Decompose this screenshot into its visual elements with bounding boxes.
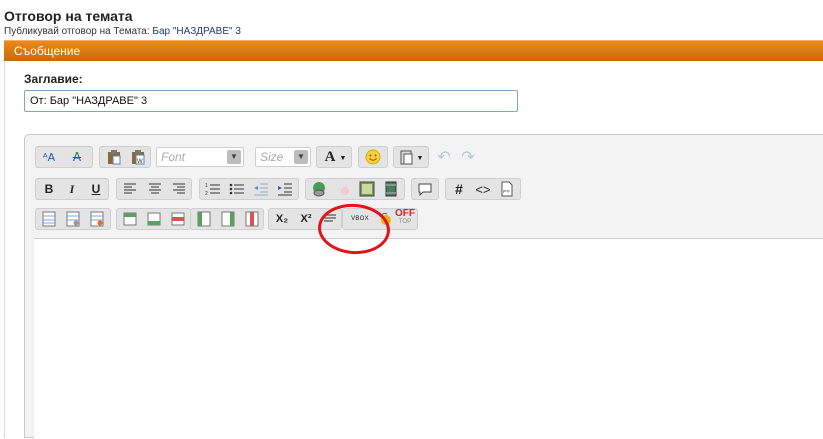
font-select-label: Font xyxy=(161,150,186,164)
subscript-button[interactable]: X₂ xyxy=(272,210,292,228)
redo-icon[interactable]: ↷ xyxy=(458,147,478,166)
table-row-group xyxy=(116,208,191,230)
paste-icon[interactable] xyxy=(104,148,124,166)
numbered-list-icon[interactable]: 12 xyxy=(203,180,223,198)
topic-link[interactable]: Бар "НАЗДРАВЕ" 3 xyxy=(152,26,241,37)
quote-icon[interactable] xyxy=(415,180,435,198)
page-title: Отговор на темата xyxy=(4,8,133,24)
svg-text:php: php xyxy=(503,188,510,193)
paste-text-icon[interactable]: W xyxy=(128,148,148,166)
subject-input[interactable] xyxy=(24,90,518,112)
delete-row-icon[interactable] xyxy=(168,210,188,228)
insert-row-after-icon[interactable] xyxy=(144,210,164,228)
text-style-icon[interactable]: ᴬA xyxy=(39,148,59,166)
unlink-icon[interactable] xyxy=(333,180,353,198)
table-col-group xyxy=(190,208,264,230)
align-group xyxy=(116,178,192,200)
subject-label: Заглавие: xyxy=(24,72,83,86)
insert-media-group xyxy=(305,178,405,200)
svg-text:1: 1 xyxy=(205,183,208,189)
clipboard-group: W xyxy=(99,146,151,168)
bold-button[interactable]: B xyxy=(39,180,59,198)
italic-button[interactable]: I xyxy=(62,180,82,198)
indent-icon[interactable] xyxy=(275,180,295,198)
delete-table-icon[interactable] xyxy=(87,210,107,228)
insert-col-before-icon[interactable] xyxy=(194,210,214,228)
remove-format-icon[interactable]: A xyxy=(67,148,87,166)
text-format-group: B I U xyxy=(35,178,109,200)
paste-special-group: ▼ xyxy=(393,146,429,168)
image-icon[interactable] xyxy=(357,180,377,198)
chevron-down-icon[interactable]: ▼ xyxy=(337,149,349,167)
panel-header-title: Съобщение xyxy=(14,44,81,58)
underline-button[interactable]: U xyxy=(86,180,106,198)
chevron-down-icon[interactable]: ▼ xyxy=(414,149,426,167)
smiley-group xyxy=(358,146,388,168)
php-icon[interactable]: php xyxy=(497,180,517,198)
page-subtitle: Публикувай отговор на Темата: Бар "НАЗДР… xyxy=(4,26,241,37)
table-group xyxy=(35,208,111,230)
subtitle-prefix: Публикувай отговор на Темата: xyxy=(4,26,150,37)
quote-group xyxy=(411,178,439,200)
list-indent-group: 12 xyxy=(199,178,299,200)
align-right-icon[interactable] xyxy=(169,180,189,198)
font-color-group: A ▼ xyxy=(316,146,352,168)
outdent-icon[interactable] xyxy=(251,180,271,198)
insert-col-after-icon[interactable] xyxy=(218,210,238,228)
offtopic-label-bottom: TOP xyxy=(398,219,412,225)
undo-icon[interactable]: ↶ xyxy=(434,147,454,166)
code-button[interactable]: <> xyxy=(473,180,493,198)
table-icon[interactable] xyxy=(39,210,59,228)
align-left-icon[interactable] xyxy=(120,180,140,198)
table-properties-icon[interactable] xyxy=(63,210,83,228)
font-family-select[interactable]: Font ▼ xyxy=(156,147,244,167)
video-icon[interactable] xyxy=(381,180,401,198)
chevron-down-icon: ▼ xyxy=(227,150,241,164)
smiley-icon[interactable] xyxy=(363,148,383,166)
offtopic-label-top: OFF xyxy=(395,208,415,219)
bullet-list-icon[interactable] xyxy=(227,180,247,198)
size-select-label: Size xyxy=(260,150,284,164)
align-center-icon[interactable] xyxy=(145,180,165,198)
editor-text-area[interactable] xyxy=(34,238,823,439)
offtopic-button[interactable]: OFF TOP xyxy=(395,209,415,227)
font-style-group: ᴬA A xyxy=(35,146,93,168)
message-panel-header: Съобщение xyxy=(4,40,823,61)
delete-col-icon[interactable] xyxy=(242,210,262,228)
insert-row-before-icon[interactable] xyxy=(120,210,140,228)
link-icon[interactable] xyxy=(309,180,329,198)
chevron-down-icon: ▼ xyxy=(294,150,308,164)
code-group: # <> php xyxy=(445,178,521,200)
superscript-button[interactable]: X² xyxy=(296,210,316,228)
svg-text:W: W xyxy=(137,159,143,165)
svg-text:2: 2 xyxy=(205,191,208,196)
font-size-select[interactable]: Size ▼ xyxy=(255,147,311,167)
hash-button[interactable]: # xyxy=(449,180,469,198)
